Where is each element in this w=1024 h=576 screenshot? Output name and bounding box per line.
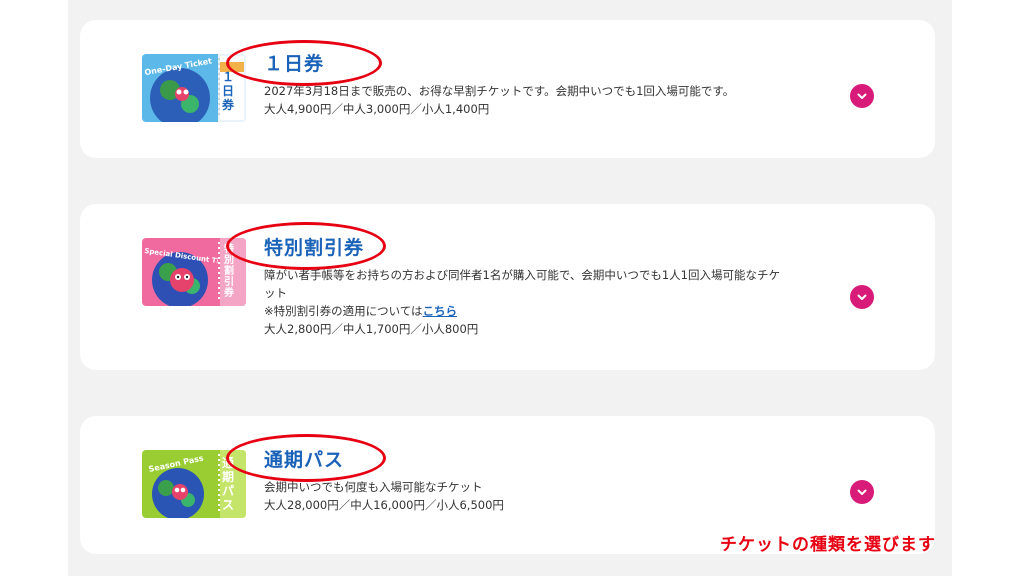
expand-toggle-one-day[interactable] <box>850 84 874 108</box>
ticket-description-season-pass: 会期中いつでも何度も入場可能なチケット <box>264 480 483 494</box>
chevron-down-icon <box>857 294 867 300</box>
ticket-description-special-discount-line1: 障がい者手帳等をお持ちの方および同伴者1名が購入可能で、会期中いつでも1人1回入… <box>264 268 780 282</box>
ticket-description-special-discount-line2: ット <box>264 286 287 300</box>
special-discount-ticket-image-side: 特別割引券 <box>224 244 234 299</box>
expand-toggle-season-pass[interactable] <box>850 480 874 504</box>
season-pass-image-side: 通期パス <box>222 456 235 512</box>
ticket-prices-season-pass: 大人28,000円／中人16,000円／小人6,500円 <box>264 498 504 512</box>
ticket-note-special-discount: ※特別割引券の適用についてはこちら <box>264 302 457 320</box>
note-text: ※特別割引券の適用については <box>264 304 423 318</box>
ticket-title-season-pass: 通期パス <box>264 449 345 471</box>
ticket-prices-special-discount: 大人2,800円／中人1,700円／小人800円 <box>264 322 479 336</box>
ticket-prices-one-day: 大人4,900円／中人3,000円／小人1,400円 <box>264 102 490 116</box>
expand-toggle-special-discount[interactable] <box>850 285 874 309</box>
chevron-down-icon <box>857 489 867 495</box>
discount-info-link[interactable]: こちら <box>423 304 458 318</box>
ticket-title-special-discount: 特別割引券 <box>264 237 365 259</box>
ticket-description-one-day: 2027年3月18日まで販売の、お得な早割チケットです。会期中いつでも1回入場可… <box>264 84 735 98</box>
chevron-down-icon <box>857 93 867 99</box>
one-day-ticket-image-side: １日券 <box>222 70 235 112</box>
instruction-caption: チケットの種類を選びます <box>720 535 936 555</box>
ticket-title-one-day: １日券 <box>264 53 325 75</box>
